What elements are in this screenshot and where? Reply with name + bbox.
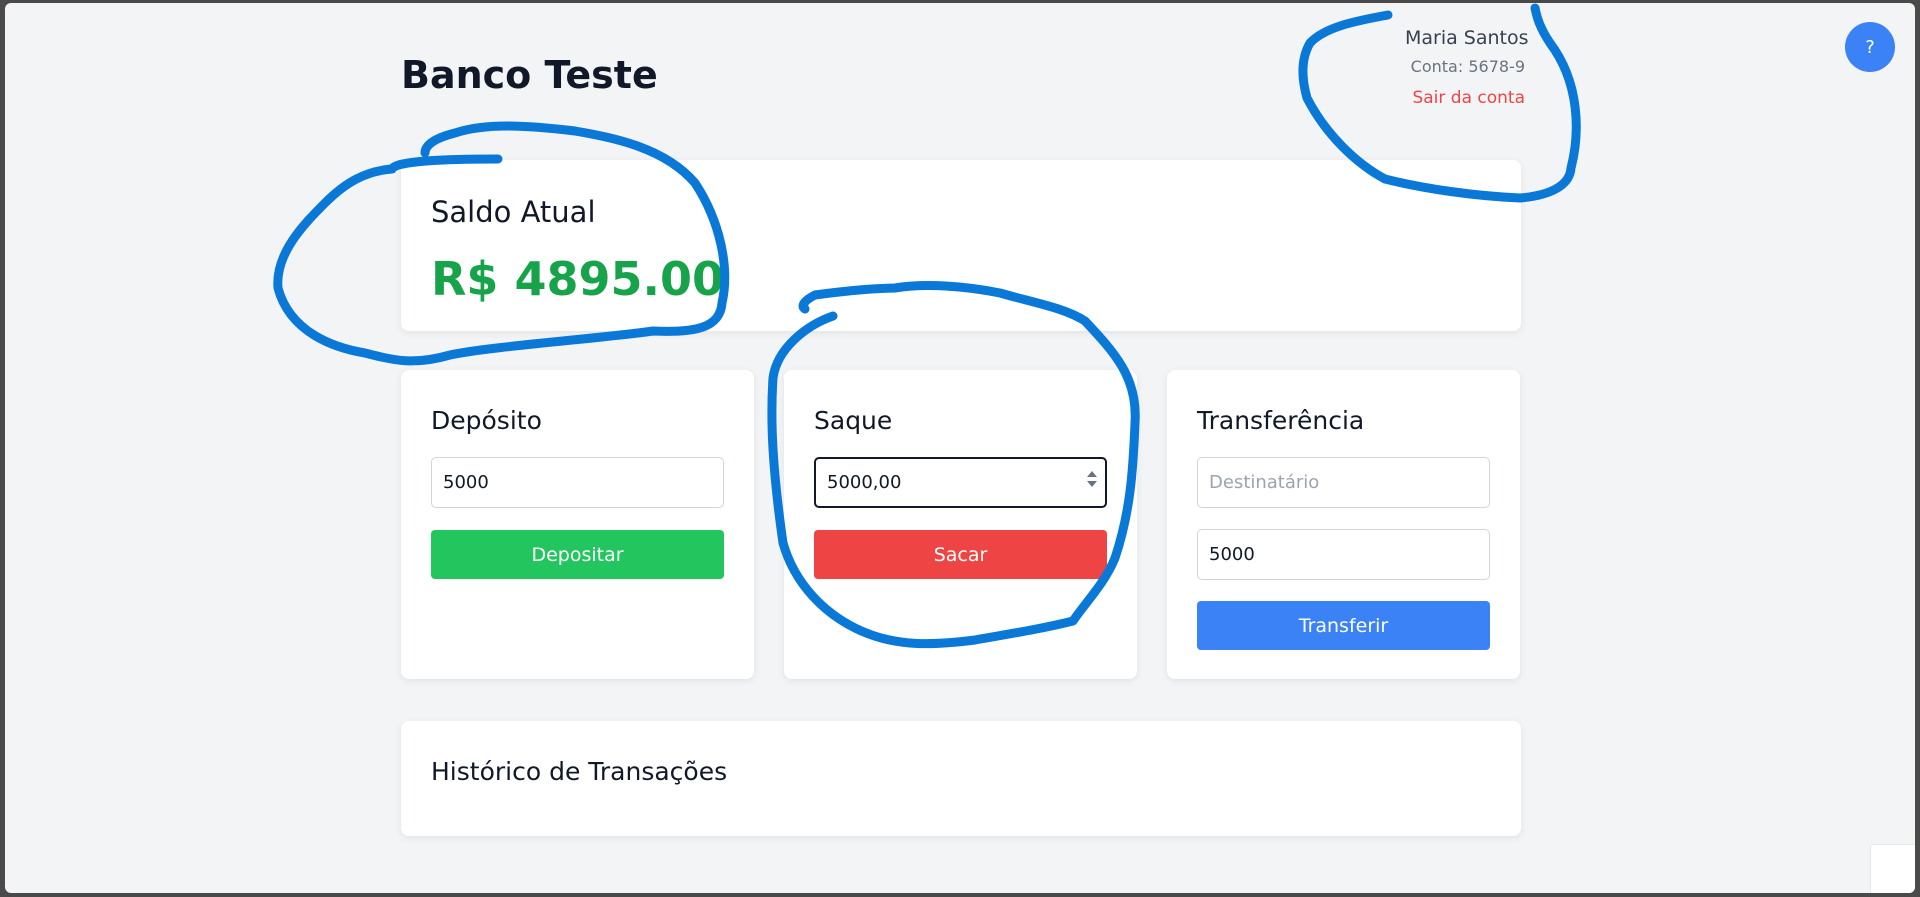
- deposit-card: Depósito Depositar: [401, 370, 754, 679]
- deposit-title: Depósito: [431, 406, 542, 435]
- withdraw-amount-wrapper: [814, 457, 1107, 508]
- transfer-amount-input[interactable]: [1197, 529, 1490, 580]
- withdraw-amount-input[interactable]: [814, 457, 1107, 508]
- withdraw-button[interactable]: Sacar: [814, 530, 1107, 579]
- transfer-card: Transferência Transferir: [1167, 370, 1520, 679]
- logout-link[interactable]: Sair da conta: [1405, 88, 1525, 108]
- transfer-button[interactable]: Transferir: [1197, 601, 1490, 650]
- user-name: Maria Santos: [1405, 27, 1529, 49]
- account-number: Conta: 5678-9: [1410, 57, 1525, 76]
- stepper-down-icon[interactable]: [1087, 481, 1097, 487]
- deposit-button[interactable]: Depositar: [431, 530, 724, 579]
- stepper-up-icon[interactable]: [1087, 471, 1097, 477]
- user-panel: Maria Santos Conta: 5678-9 Sair da conta: [1405, 27, 1529, 108]
- help-button[interactable]: ?: [1845, 22, 1895, 72]
- corner-widget: [1870, 844, 1915, 893]
- withdraw-title: Saque: [814, 406, 893, 435]
- recipient-input[interactable]: [1197, 457, 1490, 508]
- deposit-amount-input[interactable]: [431, 457, 724, 508]
- page-title: Banco Teste: [401, 53, 658, 97]
- transaction-history-card: Histórico de Transações: [401, 721, 1521, 836]
- withdraw-card: Saque Sacar: [784, 370, 1137, 679]
- browser-viewport: Banco Teste Maria Santos Conta: 5678-9 S…: [5, 3, 1915, 893]
- number-stepper[interactable]: [1087, 471, 1097, 487]
- balance-title: Saldo Atual: [431, 195, 596, 229]
- balance-value: R$ 4895.00: [431, 252, 724, 306]
- history-title: Histórico de Transações: [431, 757, 728, 786]
- transfer-title: Transferência: [1197, 406, 1365, 435]
- balance-card: Saldo Atual R$ 4895.00: [401, 160, 1521, 331]
